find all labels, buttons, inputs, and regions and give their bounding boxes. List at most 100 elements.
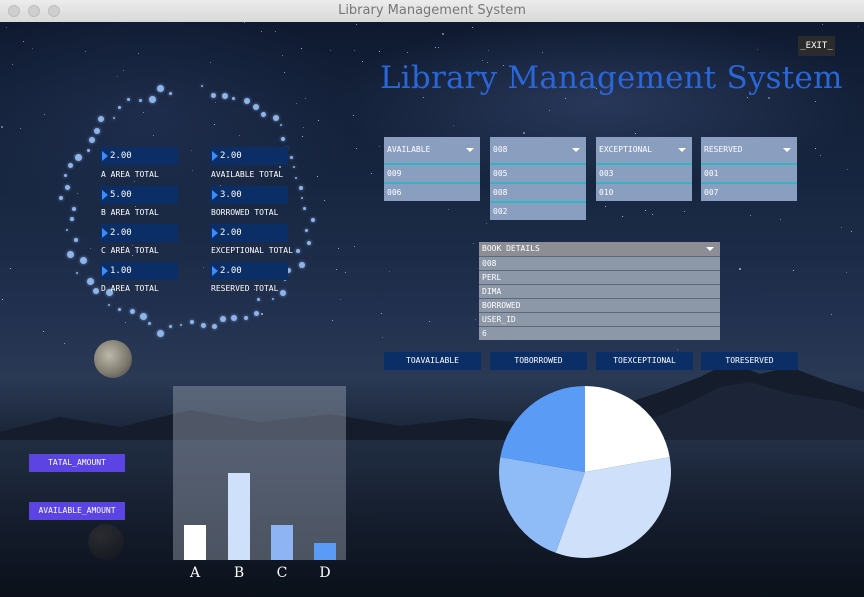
bubble-dot: [94, 128, 100, 134]
available-amount-button[interactable]: AVAILABLE_AMOUNT: [29, 502, 125, 520]
star-dot: [353, 115, 354, 116]
book-details-list[interactable]: BOOK DETAILS 008 PERL DIMA BORROWED USER…: [479, 242, 720, 340]
star-dot: [635, 133, 636, 134]
bubble-dot: [157, 330, 164, 337]
star-dot: [831, 314, 832, 315]
dropdown-item[interactable]: 003: [596, 165, 692, 184]
bubble-dot: [301, 197, 303, 199]
star-dot: [340, 299, 341, 300]
star-dot: [793, 270, 794, 271]
dropdown-item[interactable]: 008: [490, 184, 586, 203]
star-dot: [282, 55, 283, 56]
book-user-id-row: 6: [479, 326, 720, 340]
star-dot: [332, 320, 333, 321]
star-dot: [303, 127, 304, 128]
borrowed-dropdown[interactable]: 008 005 008 002: [490, 137, 586, 220]
star-dot: [846, 272, 847, 273]
bubble-dot: [148, 322, 151, 325]
star-dot: [486, 223, 487, 224]
dropdown-item[interactable]: 006: [384, 184, 480, 201]
chevron-down-icon: [572, 148, 580, 152]
bubble-dot: [190, 320, 194, 324]
bubble-dot: [140, 313, 147, 320]
book-details-header[interactable]: BOOK DETAILS: [479, 242, 720, 256]
bubble-dot: [108, 304, 110, 306]
stat-value: 2.00: [220, 266, 242, 276]
bubble-dot: [293, 166, 295, 168]
dropdown-item[interactable]: 002: [490, 203, 586, 220]
stat-value: 2.00: [220, 151, 242, 161]
bubble-dot: [257, 298, 260, 301]
star-dot: [153, 135, 154, 136]
bubble-dot: [64, 174, 67, 177]
bar-label-a: A: [189, 565, 201, 581]
star-dot: [652, 214, 653, 215]
star-dot: [275, 31, 276, 32]
star-dot: [448, 209, 449, 210]
stat-value: 3.00: [220, 190, 242, 200]
exceptional-dropdown[interactable]: EXCEPTIONAL 003 010: [596, 137, 692, 201]
bar-d: [314, 543, 336, 560]
star-dot: [134, 181, 135, 182]
available-total-field[interactable]: 2.00: [210, 147, 288, 165]
a-area-total-field[interactable]: 2.00: [100, 147, 178, 165]
star-dot: [305, 98, 306, 99]
dropdown-header[interactable]: AVAILABLE: [384, 137, 480, 165]
d-area-total-field[interactable]: 1.00: [100, 262, 178, 280]
dropdown-header[interactable]: EXCEPTIONAL: [596, 137, 692, 165]
star-dot: [841, 227, 842, 228]
dropdown-item[interactable]: 007: [701, 184, 797, 201]
star-dot: [820, 155, 821, 156]
star-dot: [438, 47, 439, 48]
star-dot: [6, 27, 7, 28]
available-dropdown[interactable]: AVAILABLE 009 006: [384, 137, 480, 201]
star-dot: [23, 41, 24, 42]
star-dot: [747, 97, 748, 98]
star-dot: [542, 52, 543, 53]
pie-slice-reserved: [500, 386, 585, 472]
bubble-dot: [231, 315, 237, 321]
exit-button[interactable]: _EXIT_: [798, 36, 835, 56]
bubble-dot: [76, 272, 78, 274]
star-dot: [757, 49, 758, 50]
total-amount-button[interactable]: TATAL_AMOUNT: [29, 454, 125, 472]
bubble-dot: [212, 324, 217, 329]
bubble-dot: [70, 217, 74, 221]
triangle-icon: [212, 266, 218, 276]
dropdown-item[interactable]: 005: [490, 165, 586, 184]
exceptional-total-field[interactable]: 2.00: [210, 224, 288, 242]
bubble-dot: [299, 186, 303, 190]
borrowed-total-field[interactable]: 3.00: [210, 186, 288, 204]
bar-c: [271, 525, 293, 560]
triangle-icon: [212, 190, 218, 200]
bubble-dot: [280, 290, 286, 296]
to-available-button[interactable]: TOAVAILABLE: [384, 352, 481, 370]
dropdown-header[interactable]: 008: [490, 137, 586, 165]
star-dot: [317, 176, 318, 177]
bubble-dot: [303, 207, 306, 210]
dropdown-selected: AVAILABLE: [387, 145, 431, 154]
b-area-total-field[interactable]: 5.00: [100, 186, 178, 204]
dropdown-item[interactable]: 009: [384, 165, 480, 184]
star-dot: [138, 53, 139, 54]
stat-label: EXCEPTIONAL TOTAL: [211, 246, 293, 255]
bubble-dot: [290, 156, 293, 159]
bubble-dot: [281, 137, 285, 141]
bubble-dot: [222, 93, 228, 99]
dropdown-item[interactable]: 010: [596, 184, 692, 201]
to-reserved-button[interactable]: TORESERVED: [701, 352, 798, 370]
to-borrowed-button[interactable]: TOBORROWED: [490, 352, 587, 370]
star-dot: [324, 200, 325, 201]
star-dot: [453, 125, 454, 126]
bubble-dot: [87, 278, 94, 285]
c-area-total-field[interactable]: 2.00: [100, 224, 178, 242]
reserved-dropdown[interactable]: RESERVED 001 007: [701, 137, 797, 201]
dropdown-header[interactable]: RESERVED: [701, 137, 797, 165]
star-dot: [381, 313, 382, 314]
dropdown-item[interactable]: 001: [701, 165, 797, 184]
bubble-dot: [305, 229, 308, 232]
to-exceptional-button[interactable]: TOEXCEPTIONAL: [596, 352, 693, 370]
star-dot: [239, 135, 240, 136]
reserved-total-field[interactable]: 2.00: [210, 262, 288, 280]
book-status-row: BORROWED: [479, 298, 720, 312]
